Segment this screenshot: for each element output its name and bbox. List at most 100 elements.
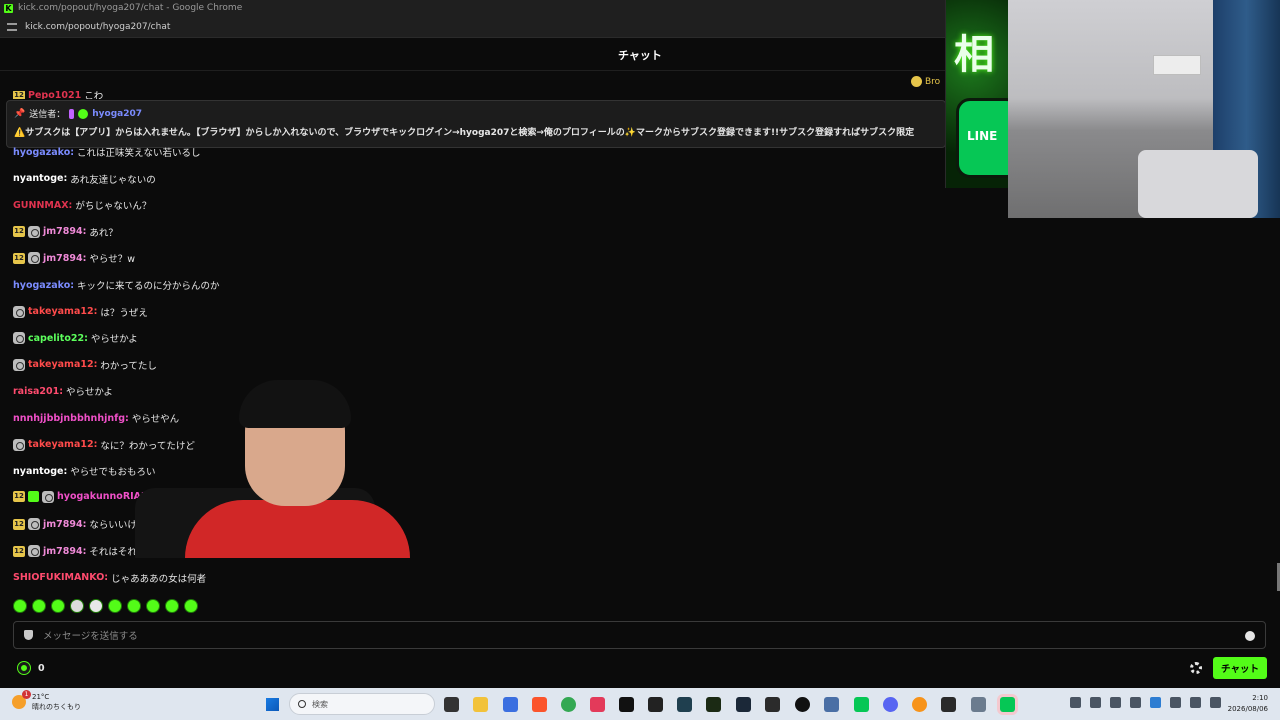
app-icon[interactable] — [765, 697, 780, 712]
pinned-sender-name[interactable]: hyoga207 — [92, 109, 142, 119]
chat-username[interactable]: jm7894: — [43, 519, 86, 530]
chat-title: チャット — [618, 48, 662, 62]
chat-username[interactable]: hyogazako: — [13, 147, 74, 158]
chat-username[interactable]: takeyama12: — [28, 439, 97, 450]
chat-username[interactable]: nyantoge: — [13, 466, 67, 477]
app-icon[interactable] — [677, 697, 692, 712]
emote-icon[interactable] — [32, 599, 46, 613]
subscriber-badge: 12 — [13, 252, 25, 264]
emote-icon[interactable] — [146, 599, 160, 613]
steam-icon[interactable] — [736, 697, 751, 712]
file-explorer-icon[interactable] — [473, 697, 488, 712]
app-icon[interactable] — [648, 697, 663, 712]
search-icon — [298, 700, 306, 708]
app-icon[interactable] — [912, 697, 927, 712]
chrome-icon[interactable] — [561, 697, 576, 712]
tray-app-icon[interactable] — [1130, 697, 1141, 708]
emote-icon[interactable] — [108, 599, 122, 613]
emote-icon[interactable] — [13, 599, 27, 613]
taskbar-clock[interactable]: 2:10 2026/08/06 — [1228, 693, 1268, 715]
pinned-message[interactable]: 📌 送信者： hyoga207 ⚠️サブスクは【アプリ】からは入れません。【ブラ… — [6, 100, 946, 148]
weather-widget[interactable]: 21°C 晴れのちくもり — [12, 690, 81, 712]
chat-text: がちじゃないん？ — [75, 201, 152, 213]
chat-username[interactable]: GUNNMAX: — [13, 200, 72, 211]
volume-icon[interactable] — [1210, 697, 1221, 708]
taskbar-search[interactable]: 検索 — [289, 693, 435, 715]
emote-icon[interactable] — [89, 599, 103, 613]
chat-username[interactable]: raisa201: — [13, 386, 63, 397]
chat-message: raisa201: やらせかよ — [13, 384, 113, 399]
chat-username[interactable]: capelito22: — [28, 333, 88, 344]
chevron-up-icon[interactable] — [1070, 697, 1081, 708]
chat-text: こわ — [84, 91, 104, 99]
app-icon[interactable] — [590, 697, 605, 712]
microphone-icon[interactable] — [1110, 697, 1121, 708]
weather-icon[interactable] — [12, 690, 31, 709]
emote-icon[interactable] — [165, 599, 179, 613]
channel-points[interactable]: 0 — [18, 662, 45, 674]
chat-text: は？うぜえ — [100, 307, 148, 319]
chat-username[interactable]: hyogazako: — [13, 280, 74, 291]
subscriber-badge: 12 — [13, 545, 25, 557]
shield-icon[interactable] — [24, 630, 33, 640]
url-text[interactable]: kick.com/popout/hyoga207/chat — [25, 22, 170, 32]
app-icon[interactable] — [941, 697, 956, 712]
moderator-badge-icon — [13, 438, 25, 451]
chat-input-placeholder[interactable]: メッセージを送信する — [43, 628, 138, 642]
app-icon[interactable] — [503, 697, 518, 712]
emote-icon[interactable] — [184, 599, 198, 613]
chat-message: capelito22: やらせかよ — [13, 331, 138, 345]
moderator-badge-icon — [28, 545, 40, 557]
coin-icon — [911, 76, 922, 87]
brave-icon[interactable] — [532, 697, 547, 712]
top-right-label: Bro — [911, 76, 940, 87]
site-settings-icon[interactable] — [7, 22, 17, 31]
emoji-icon[interactable] — [1245, 631, 1255, 641]
chat-text: じゃあああの女は何者 — [111, 573, 207, 585]
settings-icon[interactable] — [971, 697, 986, 712]
moderator-badge-icon — [13, 305, 25, 318]
chat-message: SHIOFUKIMANKO: じゃあああの女は何者 — [13, 571, 206, 585]
gear-icon[interactable] — [1190, 662, 1202, 674]
app-icon[interactable] — [706, 697, 721, 712]
chat-message: 12 jm7894: それはそれで — [13, 544, 146, 558]
chat-username[interactable]: nnnhjjbbjnbbhnhjnfg: — [13, 413, 129, 424]
send-chat-button[interactable]: チャット — [1213, 657, 1267, 679]
onedrive-icon[interactable] — [1150, 697, 1161, 708]
chat-input[interactable]: メッセージを送信する — [13, 621, 1266, 649]
app-icon[interactable] — [824, 697, 839, 712]
pinned-text: ⚠️サブスクは【アプリ】からは入れません。【ブラウザ】からしか入れないので、ブラ… — [14, 128, 915, 138]
chat-username[interactable]: nyantoge: — [13, 173, 67, 184]
emote-icon[interactable] — [127, 599, 141, 613]
chat-username[interactable]: Pepo1021 — [28, 91, 81, 99]
chat-text: あれ？ — [89, 227, 118, 239]
weather-temp: 21°C — [32, 693, 50, 701]
line-icon[interactable] — [854, 697, 869, 712]
windows-start-icon[interactable] — [265, 697, 279, 711]
tray-app-icon[interactable] — [1090, 697, 1101, 708]
tiktok-icon[interactable] — [619, 697, 634, 712]
top-right-label-text: Bro — [925, 76, 941, 87]
pinned-sender-row: 📌 送信者： hyoga207 — [14, 107, 142, 120]
chat-username[interactable]: takeyama12: — [28, 359, 97, 370]
emote-icon[interactable] — [70, 599, 84, 613]
network-icon[interactable] — [1190, 697, 1201, 708]
subscriber-badge: 12 — [13, 91, 25, 99]
task-view-icon[interactable] — [444, 697, 459, 712]
chat-username[interactable]: takeyama12: — [28, 306, 97, 317]
windows-taskbar: 21°C 晴れのちくもり 検索 2:10 2026/08/06 — [0, 688, 1280, 720]
chat-username[interactable]: jm7894: — [43, 226, 86, 237]
emote-icon[interactable] — [51, 599, 65, 613]
tray-app-icon[interactable] — [1170, 697, 1181, 708]
moderator-badge-icon — [42, 490, 54, 503]
chat-username[interactable]: jm7894: — [43, 546, 86, 557]
bed — [1138, 150, 1258, 218]
line-active-icon[interactable] — [1000, 697, 1015, 712]
chat-message: 12 jm7894: ならいいけど — [13, 517, 146, 531]
discord-icon[interactable] — [883, 697, 898, 712]
chat-username[interactable]: SHIOFUKIMANKO: — [13, 572, 108, 583]
chat-username[interactable]: jm7894: — [43, 253, 86, 264]
chat-text: やらせかよ — [90, 334, 138, 346]
app-icon[interactable] — [795, 697, 810, 712]
points-icon[interactable] — [18, 662, 30, 674]
